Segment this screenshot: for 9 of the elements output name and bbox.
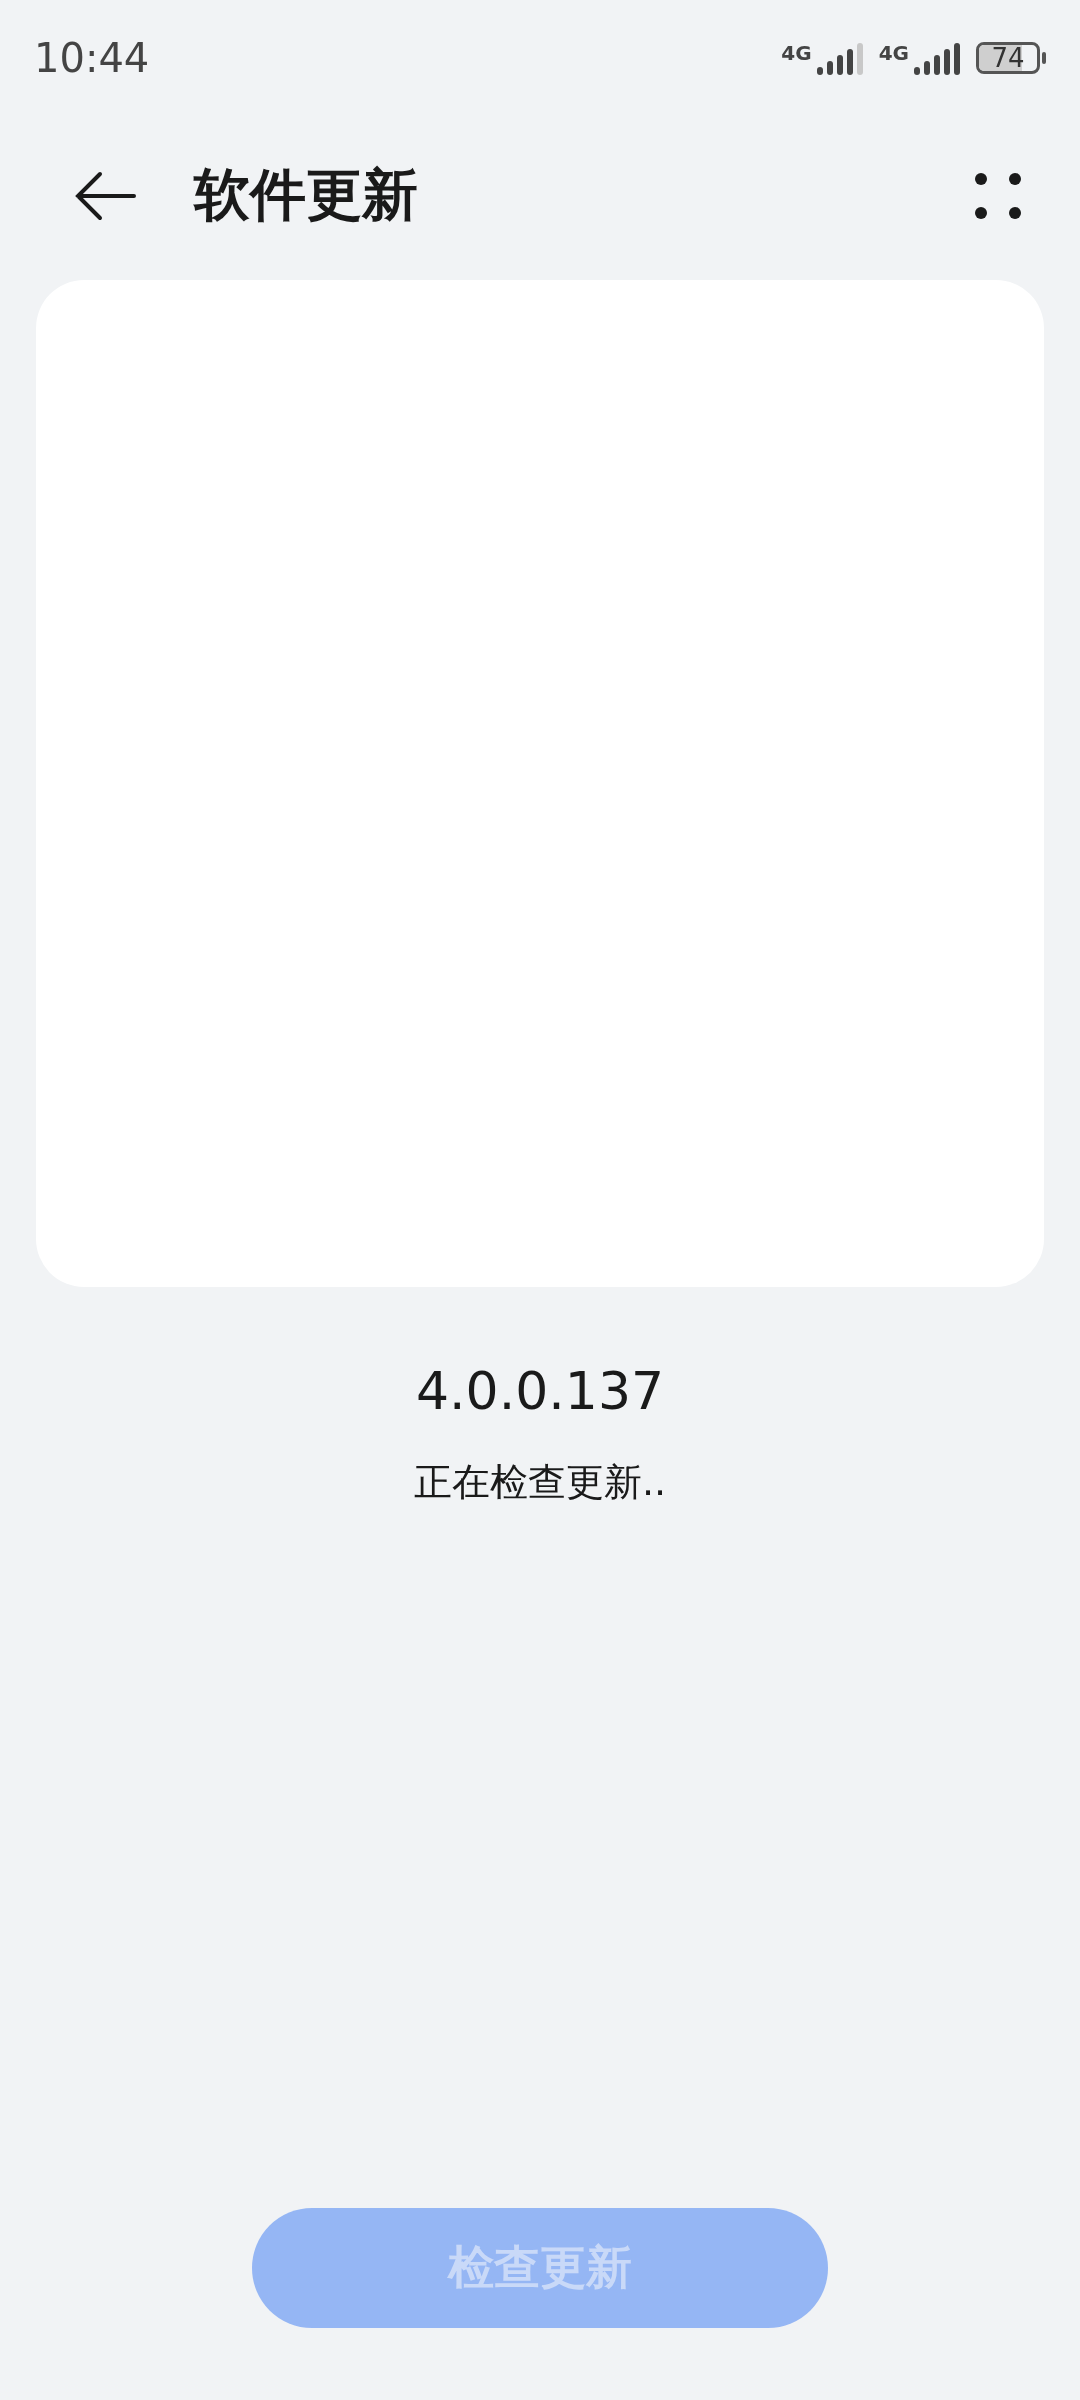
page-title: 软件更新 xyxy=(194,161,419,229)
status-message: 正在检查更新.. xyxy=(413,1459,667,1506)
more-icon xyxy=(974,172,1022,220)
back-icon xyxy=(74,171,136,221)
version-number: 4.0.0.137 xyxy=(415,1361,665,1421)
network-type-label: 4G xyxy=(878,41,909,65)
status-time: 10:44 xyxy=(34,35,150,81)
battery-icon: 74 xyxy=(976,42,1040,74)
network-type-label: 4G xyxy=(781,41,812,65)
